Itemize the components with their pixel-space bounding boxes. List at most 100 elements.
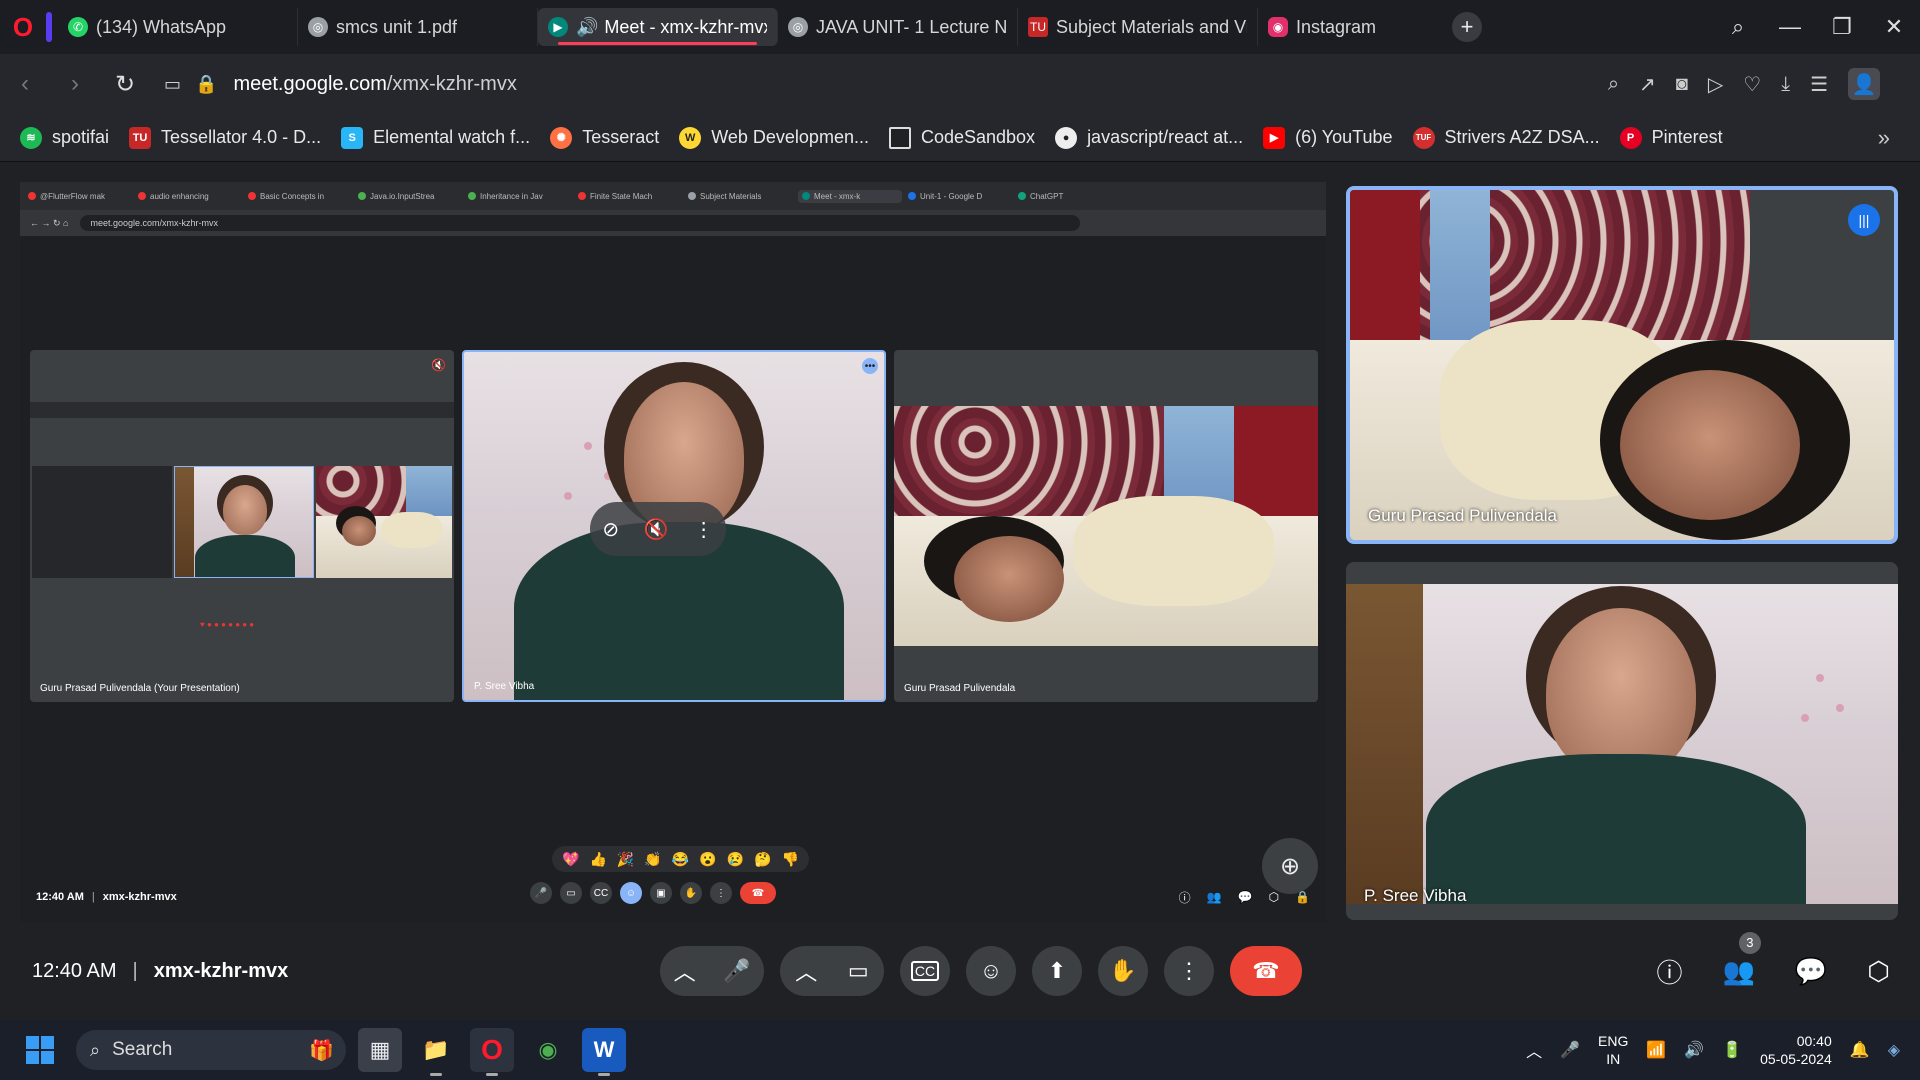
camera-permission-icon[interactable]: ▭ (164, 74, 181, 95)
shared-tab: Unit-1 - Google D (908, 192, 1012, 201)
reload-icon[interactable]: ↻ (100, 70, 150, 99)
activities-icon[interactable]: ⬡ (1867, 956, 1890, 987)
pin-off-icon[interactable]: ⊘ (602, 517, 619, 542)
raise-hand-button[interactable]: ✋ (1098, 946, 1148, 996)
mute-for-me-icon[interactable]: 🔇 (644, 517, 669, 542)
bookmark-youtube[interactable]: ▶ (6) YouTube (1263, 126, 1393, 149)
bookmark-pinterest[interactable]: P Pinterest (1619, 126, 1723, 149)
bookmark-github[interactable]: ● javascript/react at... (1055, 126, 1243, 149)
window-controls: ⌕ — ❐ ✕ (1712, 0, 1920, 54)
minimize-icon[interactable]: — (1764, 14, 1816, 40)
new-tab-button[interactable]: + (1452, 12, 1482, 42)
heart-icon[interactable]: ♡ (1743, 72, 1761, 97)
opera-logo-icon[interactable]: O (0, 0, 46, 54)
reaction-heart[interactable]: 💖 (562, 851, 579, 868)
bookmark-tessellator[interactable]: TU Tessellator 4.0 - D... (129, 126, 321, 149)
participant-tile-sree-vibha[interactable]: P. Sree Vibha (1346, 562, 1898, 920)
inner-tile-guru-prasad[interactable]: Guru Prasad Pulivendala (894, 350, 1318, 702)
file-explorer-icon[interactable]: 📁 (414, 1028, 458, 1076)
people-icon[interactable]: 👥 3 (1723, 931, 1761, 987)
inner-tile-sree-vibha[interactable]: ••• ⊘ 🔇 ⋮ P. Sree Vibha (462, 350, 886, 702)
close-icon[interactable]: ✕ (1868, 14, 1920, 40)
shared-tab: Subject Materials (688, 192, 792, 201)
shared-address-bar: ← → ↻ ⌂ meet.google.com/xmx-kzhr-mvx (20, 210, 1326, 236)
bookmark-codesandbox[interactable]: CodeSandbox (888, 126, 1035, 149)
tile-more-icon[interactable]: ⋮ (694, 517, 714, 542)
word-icon[interactable]: W (582, 1028, 626, 1076)
download-icon[interactable]: ⤓ (1781, 73, 1790, 96)
lock-icon[interactable]: 🔒 (195, 74, 217, 95)
bookmark-spotifai[interactable]: ≋ spotifai (20, 126, 109, 149)
inner-chat-icon: 💬 (1237, 890, 1253, 904)
back-icon[interactable]: ‹ (0, 70, 50, 98)
flow-icon[interactable]: ▷ (1708, 72, 1723, 97)
participant-name: P. Sree Vibha (1364, 886, 1467, 905)
bookmarks-overflow-icon[interactable]: » (1878, 125, 1890, 151)
chrome-icon[interactable]: ◉ (526, 1028, 570, 1072)
easy-setup-icon[interactable]: ☰ (1810, 72, 1828, 97)
clock[interactable]: 00:40 05-05-2024 (1760, 1032, 1832, 1068)
chevron-up-icon[interactable]: ︿ (1526, 1038, 1542, 1062)
page-search-icon[interactable]: ⌕ (1608, 73, 1619, 96)
reaction-thumbs-up[interactable]: 👍 (589, 851, 606, 868)
inner-presentation-tile[interactable]: 🔇 ♥ ● ● ● ● ● ● ● Guru Prasad Pulivendal… (30, 350, 454, 702)
present-button[interactable]: ⬆ (1032, 946, 1082, 996)
tab-instagram[interactable]: ◉ Instagram (1258, 8, 1438, 46)
tab-title: (134) WhatsApp (96, 16, 227, 37)
emoji-button[interactable]: ☺ (966, 946, 1016, 996)
captions-button[interactable]: CC (900, 946, 950, 996)
bookmark-web-dev[interactable]: W Web Developmen... (679, 126, 869, 149)
leave-call-button[interactable]: ☎ (1230, 946, 1302, 996)
tab-meet[interactable]: ▶ 🔊 Meet - xmx-kzhr-mvx (538, 8, 778, 46)
audio-settings-chevron-icon[interactable]: ︿ (674, 955, 696, 987)
battery-icon[interactable]: 🔋 (1722, 1040, 1742, 1060)
search-placeholder: Search (112, 1039, 173, 1060)
forward-icon[interactable]: › (50, 70, 100, 98)
camera-icon[interactable]: ▭ (848, 958, 869, 984)
more-options-button[interactable]: ⋮ (1164, 946, 1214, 996)
muted-icon: 🔇 (431, 358, 446, 372)
bookmark-tesseract[interactable]: ✺ Tesseract (550, 126, 659, 149)
profile-icon[interactable]: 👤 (1848, 68, 1880, 100)
more-options-icon[interactable]: ••• (862, 358, 878, 374)
restore-icon[interactable]: ❐ (1816, 14, 1868, 40)
share-icon[interactable]: ↗ (1639, 72, 1656, 97)
language-indicator[interactable]: ENG IN (1598, 1032, 1628, 1068)
reaction-thumbs-down[interactable]: 👎 (782, 851, 799, 868)
copilot-icon[interactable]: ◈ (1888, 1040, 1900, 1060)
calculator-icon[interactable]: ▦ (358, 1028, 402, 1072)
taskbar-search[interactable]: ⌕ Search 🎁 (76, 1030, 346, 1070)
search-tabs-icon[interactable]: ⌕ (1712, 14, 1764, 40)
tab-smcs-pdf[interactable]: ◎ smcs unit 1.pdf (298, 8, 538, 46)
meeting-info-icon[interactable]: ⓘ (1657, 953, 1683, 990)
speaker-icon[interactable]: 🔊 (576, 17, 598, 38)
participant-tile-guru-prasad[interactable]: ||| Guru Prasad Pulivendala (1346, 186, 1898, 544)
reaction-clap[interactable]: 👏 (644, 851, 661, 868)
bookmark-strivers[interactable]: TUF Strivers A2Z DSA... (1412, 126, 1600, 149)
tab-whatsapp[interactable]: ✆ (134) WhatsApp (58, 8, 298, 46)
video-settings-chevron-icon[interactable]: ︿ (795, 955, 817, 987)
opera-icon[interactable]: O (470, 1028, 514, 1076)
reaction-party[interactable]: 🎉 (617, 851, 634, 868)
microphone-icon[interactable]: 🎤 (723, 958, 750, 984)
chat-icon[interactable]: 💬 (1795, 956, 1827, 987)
tab-java-unit[interactable]: ◎ JAVA UNIT- 1 Lecture No (778, 8, 1018, 46)
inner-info-icon: ⓘ (1178, 890, 1191, 905)
whatsapp-icon: ✆ (68, 17, 88, 37)
reaction-laugh[interactable]: 😂 (672, 851, 689, 868)
zoom-in-icon[interactable]: ⊕ (1262, 838, 1318, 894)
presentation-tile[interactable]: @FlutterFlow mak audio enhancing Basic C… (20, 182, 1326, 922)
url-field[interactable]: ▭ 🔒 meet.google.com/xmx-kzhr-mvx (164, 73, 517, 96)
reaction-thinking[interactable]: 🤔 (754, 851, 771, 868)
microphone-tray-icon[interactable]: 🎤 (1560, 1040, 1580, 1060)
wifi-icon[interactable]: 📶 (1646, 1040, 1666, 1060)
notification-bell-icon[interactable]: 🔔 (1850, 1040, 1870, 1060)
tab-subject-materials[interactable]: TU Subject Materials and Vi (1018, 8, 1258, 46)
windows-start-icon[interactable] (26, 1036, 54, 1064)
tile-hover-controls: ⊘ 🔇 ⋮ (590, 502, 726, 556)
snapshot-icon[interactable]: ◙ (1676, 73, 1688, 96)
reaction-sad[interactable]: 😢 (727, 851, 744, 868)
reaction-surprised[interactable]: 😮 (699, 851, 716, 868)
bookmark-elemental[interactable]: S Elemental watch f... (341, 126, 530, 149)
volume-icon[interactable]: 🔊 (1684, 1040, 1704, 1060)
